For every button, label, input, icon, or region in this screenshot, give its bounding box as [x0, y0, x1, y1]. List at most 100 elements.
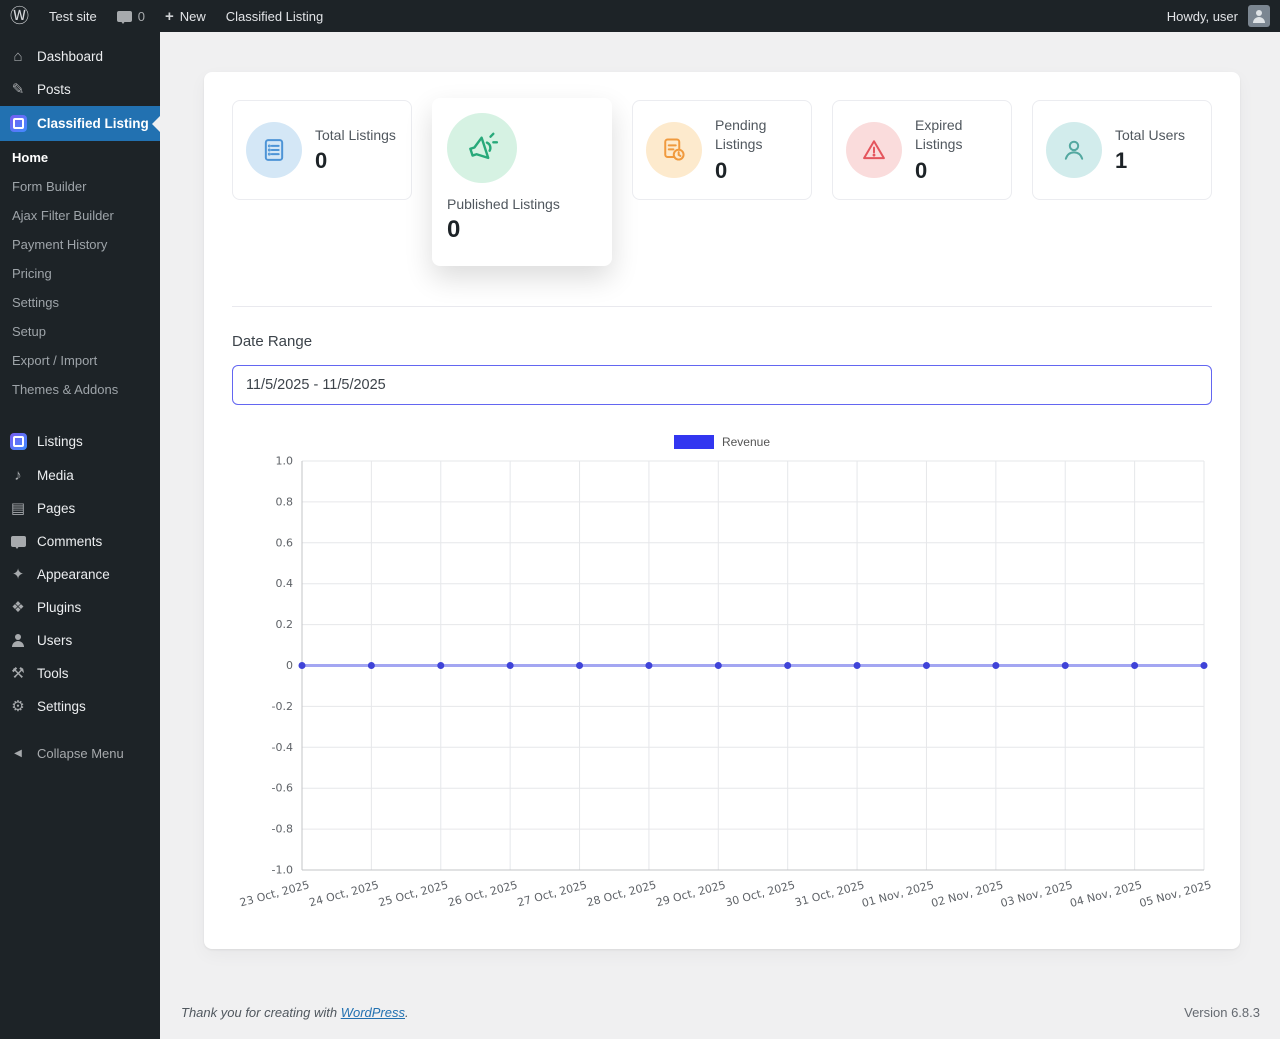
submenu-item-ajax-filter-builder[interactable]: Ajax Filter Builder — [0, 201, 160, 230]
admin-bar-comments-link[interactable]: 0 — [107, 0, 155, 32]
svg-text:-0.4: -0.4 — [272, 741, 293, 754]
stat-value: 0 — [915, 157, 928, 183]
sidebar-item-label: Comments — [37, 534, 103, 549]
svg-text:0.4: 0.4 — [276, 577, 294, 590]
sidebar-item-tools[interactable]: ⚒ Tools — [0, 657, 160, 690]
posts-icon: ✎ — [11, 81, 25, 98]
stats-row: Total Listings 0 Published Listings 0 Pe… — [232, 98, 1212, 266]
wordpress-logo-link[interactable]: Ⓦ — [0, 0, 39, 32]
sidebar-item-dashboard[interactable]: ⌂ Dashboard — [0, 40, 160, 73]
users-icon — [12, 634, 25, 647]
sidebar-item-plugins[interactable]: ❖ Plugins — [0, 591, 160, 624]
expired-listings-icon — [846, 122, 902, 178]
admin-bar-classified-listing-link[interactable]: Classified Listing — [216, 0, 334, 32]
sidebar-item-users[interactable]: Users — [0, 624, 160, 657]
submenu-item-form-builder[interactable]: Form Builder — [0, 172, 160, 201]
svg-text:28 Oct, 2025: 28 Oct, 2025 — [585, 878, 657, 909]
classified-listing-submenu: Home Form Builder Ajax Filter Builder Pa… — [0, 141, 160, 414]
comments-icon — [10, 536, 26, 549]
admin-sidebar: ⌂ Dashboard ✎ Posts Classified Listing H… — [0, 32, 160, 1039]
classified-listing-icon — [9, 115, 27, 132]
dashboard-card: Total Listings 0 Published Listings 0 Pe… — [204, 72, 1240, 949]
comments-count: 0 — [137, 8, 145, 24]
listings-icon — [9, 433, 27, 450]
stat-value: 0 — [447, 215, 461, 243]
main-content: Total Listings 0 Published Listings 0 Pe… — [160, 32, 1280, 1039]
howdy-account-link[interactable]: Howdy, user — [1157, 0, 1280, 32]
stat-card-total-listings: Total Listings 0 — [232, 100, 412, 200]
stat-card-total-users: Total Users 1 — [1032, 100, 1212, 200]
avatar — [1248, 5, 1270, 27]
submenu-item-home[interactable]: Home — [0, 143, 160, 172]
stat-card-pending-listings: Pending Listings 0 — [632, 100, 812, 200]
sidebar-item-label: Dashboard — [37, 49, 104, 64]
tools-icon: ⚒ — [11, 665, 25, 682]
admin-footer: Thank you for creating with WordPress. V… — [181, 1005, 1260, 1034]
sidebar-item-comments[interactable]: Comments — [0, 525, 160, 558]
admin-bar-right: Howdy, user — [1157, 0, 1280, 32]
pages-icon: ▤ — [10, 500, 26, 517]
admin-bar-left: Ⓦ Test site 0 + New Classified Listing — [0, 0, 333, 32]
media-icon: ♪ — [14, 467, 22, 484]
svg-text:04 Nov, 2025: 04 Nov, 2025 — [1069, 878, 1144, 910]
submenu-item-pricing[interactable]: Pricing — [0, 259, 160, 288]
legend-label: Revenue — [721, 435, 771, 449]
admin-layout: ⌂ Dashboard ✎ Posts Classified Listing H… — [0, 32, 1280, 1039]
submenu-item-export-import[interactable]: Export / Import — [0, 346, 160, 375]
stat-value: 0 — [715, 157, 728, 183]
submenu-item-setup[interactable]: Setup — [0, 317, 160, 346]
sidebar-item-pages[interactable]: ▤ Pages — [0, 492, 160, 525]
legend-swatch — [673, 435, 714, 449]
dashboard-icon: ⌂ — [13, 48, 23, 65]
date-range-input[interactable] — [232, 365, 1212, 405]
svg-text:25 Oct, 2025: 25 Oct, 2025 — [377, 878, 449, 909]
svg-text:05 Nov, 2025: 05 Nov, 2025 — [1138, 878, 1213, 910]
footer-thanks-suffix: . — [405, 1005, 409, 1020]
svg-text:26 Oct, 2025: 26 Oct, 2025 — [447, 878, 519, 909]
svg-text:27 Oct, 2025: 27 Oct, 2025 — [516, 878, 588, 909]
settings-gear-icon: ⚙ — [11, 698, 25, 715]
stat-label: Total Listings — [315, 126, 396, 143]
sidebar-item-media[interactable]: ♪ Media — [0, 459, 160, 492]
user-avatar-icon — [1253, 10, 1266, 23]
total-listings-icon — [246, 122, 302, 178]
sidebar-item-posts[interactable]: ✎ Posts — [0, 73, 160, 106]
stat-value: 1 — [1115, 148, 1128, 174]
sidebar-item-listings[interactable]: Listings — [0, 424, 160, 459]
stat-label: Total Users — [1115, 126, 1186, 143]
svg-text:29 Oct, 2025: 29 Oct, 2025 — [655, 878, 727, 909]
submenu-item-settings[interactable]: Settings — [0, 288, 160, 317]
svg-text:02 Nov, 2025: 02 Nov, 2025 — [930, 878, 1005, 910]
submenu-item-payment-history[interactable]: Payment History — [0, 230, 160, 259]
footer-thanks: Thank you for creating with WordPress. — [181, 1005, 409, 1020]
divider — [232, 306, 1212, 307]
sidebar-item-appearance[interactable]: ✦ Appearance — [0, 558, 160, 591]
appearance-icon: ✦ — [11, 566, 25, 583]
comment-bubble-icon — [116, 10, 132, 24]
wordpress-admin: Ⓦ Test site 0 + New Classified Listing H… — [0, 0, 1280, 1039]
howdy-text: Howdy, user — [1166, 8, 1238, 24]
svg-text:0: 0 — [286, 659, 293, 672]
svg-text:-0.2: -0.2 — [272, 700, 293, 713]
collapse-menu-button[interactable]: ◀ Collapse Menu — [0, 737, 160, 770]
stat-card-published-listings: Published Listings 0 — [432, 98, 612, 266]
version-text: Version 6.8.3 — [1184, 1005, 1260, 1020]
sidebar-item-label: Collapse Menu — [37, 746, 124, 761]
sidebar-item-label: Tools — [37, 666, 69, 681]
submenu-item-themes-addons[interactable]: Themes & Addons — [0, 375, 160, 404]
svg-text:31 Oct, 2025: 31 Oct, 2025 — [793, 878, 865, 909]
site-name-link[interactable]: Test site — [39, 0, 107, 32]
plugins-icon: ❖ — [11, 599, 25, 616]
svg-text:0.6: 0.6 — [276, 536, 294, 549]
svg-text:03 Nov, 2025: 03 Nov, 2025 — [999, 878, 1074, 910]
sidebar-item-classified-listing[interactable]: Classified Listing — [0, 106, 160, 141]
new-content-link[interactable]: + New — [155, 0, 216, 32]
stat-label: Pending Listings — [715, 117, 767, 152]
sidebar-item-label: Appearance — [37, 567, 110, 582]
svg-text:-1.0: -1.0 — [272, 864, 293, 877]
sidebar-item-settings[interactable]: ⚙ Settings — [0, 690, 160, 723]
wordpress-link[interactable]: WordPress — [341, 1005, 405, 1020]
svg-text:1.0: 1.0 — [276, 455, 294, 468]
stat-label: Published Listings — [447, 196, 560, 212]
chart-legend[interactable]: Revenue — [232, 435, 1212, 449]
